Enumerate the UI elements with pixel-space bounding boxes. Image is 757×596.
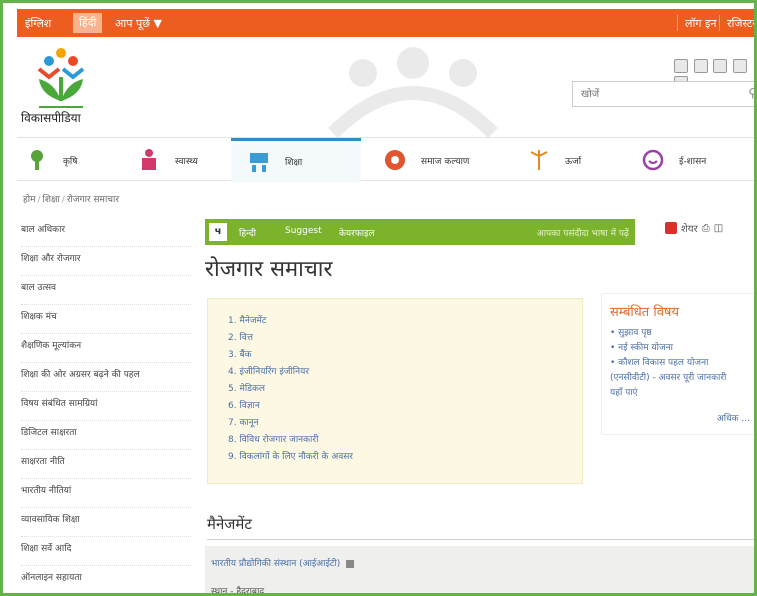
search-icon[interactable]: ⚲ — [748, 86, 754, 100]
twitter-icon[interactable] — [693, 59, 708, 73]
related-topics: सम्बंधित विषय • सुझाव पृष्ठ • नई स्कीम य… — [601, 293, 754, 435]
table-of-contents: 1. मैनेजमेंट 2. वित्त 3. बैंक 4. इंजीनिय… — [207, 298, 583, 484]
related-item[interactable]: • कौशल विकास पहल योजना — [610, 356, 752, 371]
nav-item-label: ई-शासन — [679, 156, 707, 167]
breadcrumb-education[interactable]: शिक्षा — [43, 195, 60, 205]
print-icon[interactable]: ⎙ — [702, 223, 710, 234]
toc-item[interactable]: 5. मेडिकल — [228, 381, 582, 398]
toolbar-language-link[interactable]: आपका पसंदीदा भाषा में पढ़ें — [537, 226, 629, 239]
section-title: मैनेजमेंट — [207, 515, 252, 533]
lang-english-link[interactable]: इंग्लिश — [25, 16, 51, 31]
sidebar-item[interactable]: डिजिटल साक्षरता — [21, 421, 191, 450]
main-nav: कृषि स्वास्थ्य शिक्षा समाज कल्याण ऊर्जा … — [17, 137, 754, 182]
toolbar-hindi-link[interactable]: हिन्दी — [239, 226, 256, 239]
toolbar-careerfile-link[interactable]: केयरफाइल — [339, 226, 375, 239]
sidebar-item[interactable]: भारतीय नीतियां — [21, 479, 191, 508]
pdf-icon[interactable] — [665, 222, 677, 234]
sidebar-item[interactable]: बाल उत्सव — [21, 276, 191, 305]
toc-item[interactable]: 4. इंजीनियरिंग इंजीनियर — [228, 364, 582, 381]
sidebar-item[interactable]: शिक्षा सर्वे आदि — [21, 537, 191, 566]
save-icon[interactable]: ◫ — [714, 223, 723, 234]
related-item[interactable]: यहाँ पाएं — [610, 386, 752, 401]
nav-item-energy[interactable]: ऊर्जा — [527, 138, 617, 182]
share-button[interactable]: शेयर — [681, 221, 698, 235]
agriculture-icon — [31, 150, 43, 170]
sidebar-item[interactable]: शिक्षा और रोजगार — [21, 247, 191, 276]
rss-icon[interactable] — [713, 59, 727, 73]
related-item[interactable]: • नई स्कीम योजना — [610, 341, 752, 356]
nav-item-education[interactable]: शिक्षा — [231, 138, 361, 182]
font-size-button[interactable]: ч — [209, 223, 227, 241]
topbar-divider — [677, 15, 678, 31]
nav-item-social-welfare[interactable]: समाज कल्याण — [383, 138, 503, 182]
logo-text: विकासपीडिया — [21, 111, 81, 125]
search-box: ⚲ — [572, 81, 754, 107]
nav-item-label: कृषि — [63, 156, 78, 167]
search-input[interactable] — [573, 82, 733, 106]
related-item[interactable]: (एनसीवीटी) - अवसर पूरी जानकारी — [610, 371, 752, 386]
related-title: सम्बंधित विषय — [610, 305, 679, 320]
external-link-icon[interactable] — [346, 559, 355, 568]
sidebar-item[interactable]: साक्षरता नीति — [21, 450, 191, 479]
egovernance-icon — [642, 149, 664, 171]
toc-item[interactable]: 7. कानून — [228, 415, 582, 432]
health-icon — [142, 149, 156, 170]
sidebar-item[interactable]: शिक्षा की ओर अग्रसर बढ़ने की पहल — [21, 363, 191, 392]
related-more-link[interactable]: अधिक ... — [717, 411, 750, 424]
breadcrumb-current: रोजगार समाचार — [66, 195, 119, 205]
sidebar-item[interactable]: शिक्षक मंच — [21, 305, 191, 334]
energy-icon — [530, 150, 548, 170]
nav-item-egovernance[interactable]: ई-शासन — [641, 138, 751, 182]
page-frame: इंग्लिश हिंदी आप पूछें ▼ लॉग इन रजिस्टर … — [0, 0, 757, 596]
content-toolbar: ч हिन्दी Suggest केयरफाइल आपका पसंदीदा भ… — [205, 219, 635, 245]
toc-item[interactable]: 8. विविध रोजगार जानकारी — [228, 432, 582, 449]
sidebar-item[interactable]: शैक्षणिक मूल्यांकन — [21, 334, 191, 363]
nav-item-label: ऊर्जा — [565, 156, 582, 167]
listing-title: भारतीय प्रौद्योगिकी संस्थान (आईआईटी) — [211, 556, 355, 569]
nav-item-label: शिक्षा — [285, 158, 303, 168]
page-actions: शेयर ⎙ ◫ — [665, 221, 723, 235]
education-icon — [250, 152, 268, 172]
toc-item[interactable]: 1. मैनेजमेंट — [228, 313, 582, 330]
section-divider — [207, 539, 754, 540]
facebook-icon[interactable] — [674, 59, 688, 73]
nav-item-agriculture[interactable]: कृषि — [25, 138, 115, 182]
toc-item[interactable]: 3. बैंक — [228, 347, 582, 364]
toc-item[interactable]: 2. वित्त — [228, 330, 582, 347]
toc-item[interactable]: 6. विज्ञान — [228, 398, 582, 415]
register-link[interactable]: रजिस्टर — [727, 16, 754, 31]
social-welfare-icon — [385, 150, 405, 170]
sidebar-item[interactable]: ऑनलाइन सहायता — [21, 566, 191, 593]
topbar-divider — [719, 15, 720, 31]
breadcrumb-home[interactable]: होम — [23, 195, 36, 205]
lang-hindi-link[interactable]: हिंदी — [73, 13, 103, 33]
login-link[interactable]: लॉग इन — [685, 16, 717, 31]
listing-location: स्थान - हैदराबाद — [211, 587, 265, 596]
toolbar-suggest-link[interactable]: Suggest — [285, 226, 322, 236]
sidebar-item[interactable]: बाल अधिकार — [21, 218, 191, 247]
email-icon[interactable] — [732, 59, 747, 73]
breadcrumb: होम / शिक्षा / रोजगार समाचार — [23, 195, 119, 205]
related-item[interactable]: • सुझाव पृष्ठ — [610, 326, 752, 341]
nav-item-health[interactable]: स्वास्थ्य — [137, 138, 232, 182]
ask-menu[interactable]: आप पूछें ▼ — [115, 16, 162, 31]
nav-item-label: स्वास्थ्य — [175, 156, 198, 167]
listing-box: भारतीय प्रौद्योगिकी संस्थान (आईआईटी) स्थ… — [205, 546, 754, 596]
sidebar: बाल अधिकार शिक्षा और रोजगार बाल उत्सव शि… — [21, 218, 191, 593]
sidebar-item[interactable]: व्यावसायिक शिक्षा — [21, 508, 191, 537]
page-title: रोजगार समाचार — [205, 257, 333, 282]
watermark-logo — [328, 47, 498, 138]
toc-item[interactable]: 9. विकलांगों के लिए नौकरी के अवसर — [228, 449, 582, 466]
listing-title-text[interactable]: भारतीय प्रौद्योगिकी संस्थान (आईआईटी) — [211, 559, 340, 569]
nav-item-label: समाज कल्याण — [421, 156, 470, 167]
sidebar-item[interactable]: विषय संबंधित सामग्रियां — [21, 392, 191, 421]
